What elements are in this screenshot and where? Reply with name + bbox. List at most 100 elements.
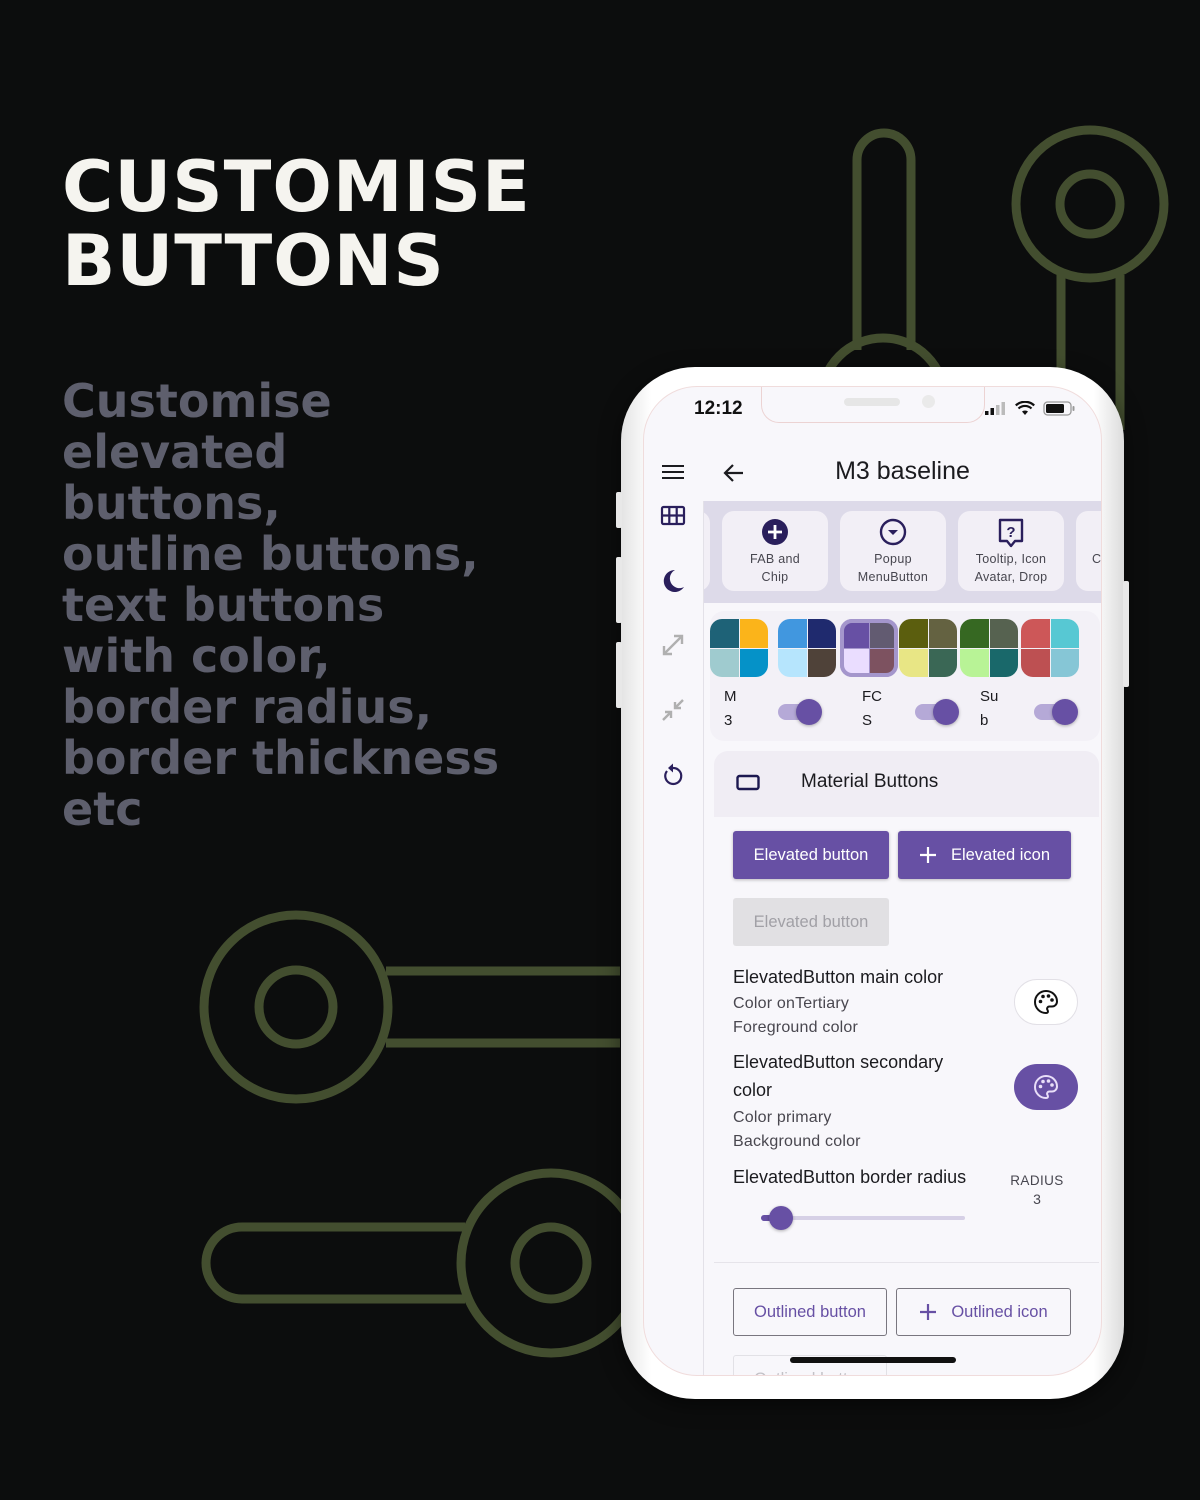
phone-mute-switch [616, 492, 622, 528]
home-indicator [790, 1357, 956, 1363]
swatch-color-cell [844, 648, 869, 673]
swatch-color-cell [989, 648, 1018, 677]
swatch-color-cell [1021, 648, 1050, 677]
setting-title-line: color [733, 1080, 773, 1100]
outlined-icon-button[interactable]: Outlined icon [896, 1288, 1071, 1336]
switch-thumb [933, 699, 959, 725]
add-icon [920, 1304, 937, 1320]
toggle-fcs-switch[interactable] [915, 699, 959, 725]
panel-card-label: FAB and [749, 552, 801, 566]
setting-secondary-color-title: ElevatedButton secondary color [733, 1048, 943, 1104]
phone-volume-down [616, 642, 622, 708]
description-line: border radius, [62, 680, 433, 734]
panel-card-tooltip[interactable]: ? Tooltip, Icon Avatar, Drop [958, 511, 1064, 591]
radius-value-display: RADIUS 3 [1002, 1173, 1072, 1207]
add-icon [919, 847, 936, 863]
panel-card-label: MenuButton [857, 570, 929, 584]
setting-main-color-description: Foreground color [733, 1019, 859, 1036]
deco-pill-bottom [201, 1222, 465, 1304]
signal-icon [985, 402, 1005, 415]
theme-selector-card: M 3 FC S Su b [710, 611, 1100, 741]
secondary-color-picker-button[interactable] [1014, 1064, 1078, 1110]
swatch-color-cell [1050, 619, 1079, 648]
dark-mode-icon[interactable] [660, 568, 686, 594]
phone-notch [761, 387, 985, 423]
grid-view-icon[interactable] [660, 503, 686, 529]
status-time: 12:12 [694, 398, 743, 419]
radius-value: 3 [1033, 1191, 1041, 1207]
description-line: elevated [62, 425, 288, 479]
main-color-picker-button[interactable] [1014, 979, 1078, 1025]
toggle-label-line: Su [980, 688, 999, 705]
swatch-color-cell [710, 619, 739, 648]
swatch-color-cell [1050, 648, 1079, 677]
swatch-color-cell [899, 619, 928, 648]
swatch-color-cell [807, 619, 836, 648]
phone-volume-up [616, 557, 622, 623]
description-line: border thickness [62, 731, 500, 785]
add-circle-icon [762, 519, 788, 545]
toggle-label-line: M [724, 688, 737, 705]
theme-swatch[interactable] [778, 619, 836, 677]
elevated-button[interactable]: Elevated button [733, 831, 889, 879]
battery-icon [1043, 401, 1075, 416]
deco-circle-mid-inner [254, 965, 338, 1049]
swatch-color-cell [960, 648, 989, 677]
panel-card-label: Avatar, Drop [974, 570, 1048, 584]
deco-bar-mid [386, 966, 620, 1048]
swatch-color-cell [869, 648, 894, 673]
deco-circle-top-right-inner [1055, 169, 1125, 239]
deco-circle-bottom [456, 1168, 646, 1358]
description-line: text buttons [62, 578, 385, 632]
border-radius-title: ElevatedButton border radius [733, 1167, 967, 1187]
panel-card-label: Popup [874, 552, 912, 566]
material-buttons-header[interactable]: Material Buttons [714, 751, 1099, 817]
app-bar: M3 baseline [644, 449, 1101, 497]
status-icons [985, 401, 1075, 416]
slider-thumb[interactable] [769, 1206, 794, 1230]
panel-selector[interactable]: FAB and Chip Popup MenuButton ? Tooltip,… [704, 501, 1101, 603]
theme-swatch[interactable] [1021, 619, 1079, 677]
elevated-button-disabled: Elevated button [733, 898, 889, 946]
swatch-color-cell [928, 648, 957, 677]
phone-mockup: 12:12 M3 baseline FAB and Chip Popup Men… [616, 367, 1129, 1399]
swatch-color-cell [989, 619, 1018, 648]
toggle-label-line: FC [862, 688, 882, 705]
section-divider [714, 1262, 1099, 1263]
swatch-color-cell [778, 619, 807, 648]
toggle-label-line: S [862, 712, 873, 729]
panel-card-label: Tooltip, Icon [975, 552, 1047, 566]
swatch-color-cell [928, 619, 957, 648]
toggle-sub-switch[interactable] [1034, 699, 1078, 725]
outlined-button-disabled-label: Outlined button [754, 1370, 866, 1376]
theme-swatch[interactable] [899, 619, 957, 677]
arrow-drop-down-circle-icon [879, 518, 907, 546]
outlined-button-label: Outlined button [754, 1302, 866, 1321]
outlined-icon-button-label: Outlined icon [951, 1302, 1048, 1321]
phone-power-button [1123, 581, 1129, 687]
theme-swatch[interactable] [710, 619, 768, 677]
description-line: outline buttons, [62, 527, 479, 581]
section-title: Material Buttons [801, 771, 939, 792]
app-screen: 12:12 M3 baseline FAB and Chip Popup Men… [643, 386, 1102, 1376]
description-line: buttons, [62, 476, 281, 530]
radius-label: RADIUS [1010, 1173, 1064, 1188]
panel-card-fab-chip[interactable]: FAB and Chip [722, 511, 828, 591]
expand-icon [662, 634, 684, 656]
reset-icon[interactable] [660, 762, 686, 788]
description-line: Customise [62, 374, 332, 428]
theme-swatch-selected[interactable] [840, 619, 898, 677]
setting-title-line: ElevatedButton secondary [733, 1052, 944, 1072]
headline-line: CUSTOMISE [62, 146, 531, 228]
panel-card-popup-menu[interactable]: Popup MenuButton [840, 511, 946, 591]
panel-card[interactable] [704, 511, 710, 591]
theme-swatch[interactable] [960, 619, 1018, 677]
content-area: FAB and Chip Popup MenuButton ? Tooltip,… [704, 501, 1101, 1376]
border-radius-slider[interactable] [761, 1205, 965, 1231]
panel-card-more[interactable]: C [1076, 511, 1101, 591]
toggle-m3-switch[interactable] [778, 699, 822, 725]
outlined-button[interactable]: Outlined button [733, 1288, 887, 1336]
elevated-icon-button[interactable]: Elevated icon [898, 831, 1071, 879]
navigation-rail [644, 501, 704, 1375]
swatch-color-cell [844, 623, 869, 648]
